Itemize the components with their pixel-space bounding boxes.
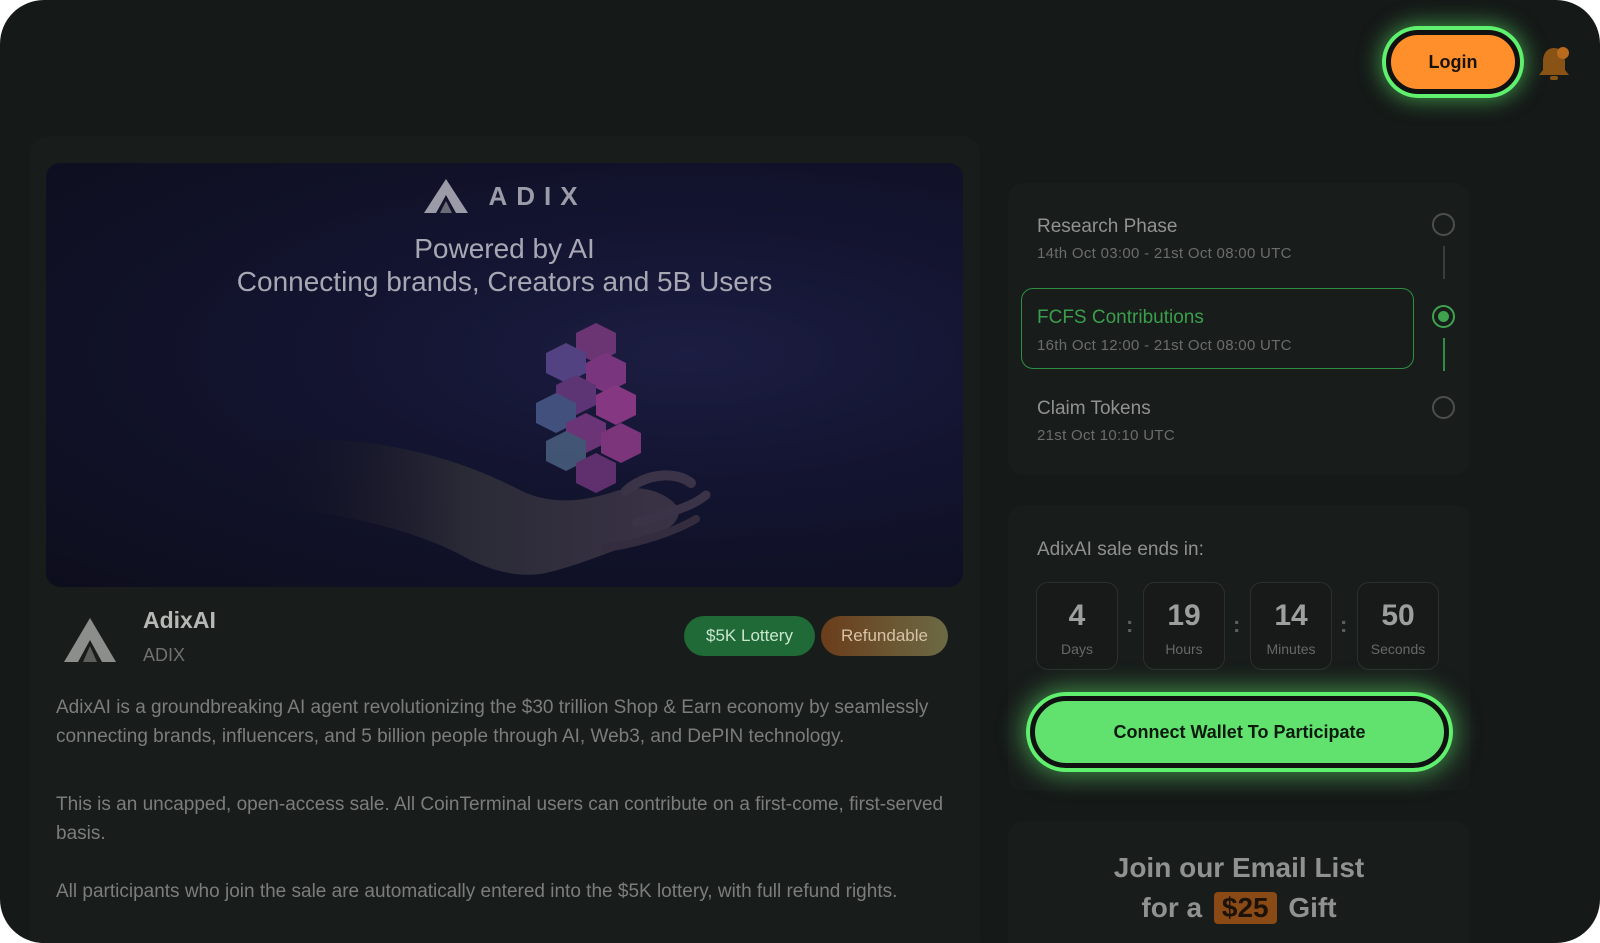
countdown-minutes-unit: Minutes (1266, 641, 1316, 657)
countdown-seconds-unit: Seconds (1370, 641, 1426, 657)
email-heading: Join our Email List (1113, 852, 1365, 883)
phase-title-claim: Claim Tokens (1037, 398, 1151, 419)
banner-logo: ADIX (46, 177, 963, 215)
project-banner: ADIX Powered by AI Connecting brands, Cr… (46, 163, 963, 587)
gift-amount: $25 (1213, 892, 1277, 924)
phase-date-fcfs: 16th Oct 12:00 - 21st Oct 08:00 UTC (1037, 337, 1292, 354)
phase-title-research: Research Phase (1037, 216, 1178, 237)
phase-radio-claim[interactable] (1432, 396, 1455, 419)
connect-wallet-button[interactable]: Connect Wallet To Participate (1030, 696, 1449, 768)
project-logo-icon (64, 618, 116, 662)
email-subheading: for a $25 Gift (1008, 892, 1470, 924)
project-ticker: ADIX (143, 645, 186, 665)
app-frame: Login ADIX Powered by AI Connecting bran… (0, 0, 1600, 943)
email-suffix: Gift (1288, 892, 1337, 923)
phase-radio-fcfs[interactable] (1432, 305, 1455, 328)
login-button[interactable]: Login (1386, 30, 1520, 94)
countdown-hours-unit: Hours (1165, 641, 1203, 657)
countdown-minutes-value: 14 (1274, 599, 1308, 632)
phase-connector (1443, 338, 1445, 371)
robot-hand-illustration (246, 323, 711, 575)
phase-date-claim: 21st Oct 10:10 UTC (1037, 427, 1175, 444)
phase-date-research: 14th Oct 03:00 - 21st Oct 08:00 UTC (1037, 245, 1292, 262)
banner-tagline: Powered by AI (414, 233, 595, 264)
countdown-separator: : (1126, 612, 1134, 637)
sale-description: This is an uncapped, open-access sale. A… (56, 794, 944, 844)
countdown-days: 4 Days (1036, 582, 1118, 670)
countdown-hours-value: 19 (1167, 599, 1201, 632)
bell-icon[interactable] (1536, 44, 1572, 84)
countdown-hours: 19 Hours (1143, 582, 1225, 670)
countdown-days-value: 4 (1068, 599, 1086, 632)
countdown-label: AdixAI sale ends in: (1037, 539, 1204, 560)
countdown-seconds: 50 Seconds (1357, 582, 1439, 670)
countdown-minutes: 14 Minutes (1250, 582, 1332, 670)
project-name: AdixAI (143, 607, 216, 633)
countdown-separator: : (1340, 612, 1348, 637)
countdown-days-unit: Days (1061, 641, 1093, 657)
lottery-badge: $5K Lottery (684, 616, 815, 656)
project-description: AdixAI is a groundbreaking AI agent revo… (56, 697, 929, 747)
banner-brand: ADIX (488, 180, 587, 211)
phase-connector (1443, 246, 1445, 279)
phase-title-fcfs: FCFS Contributions (1037, 307, 1204, 328)
phase-radio-research[interactable] (1432, 213, 1455, 236)
adix-logo-icon (424, 179, 469, 213)
email-prefix: for a (1141, 892, 1203, 923)
refundable-badge: Refundable (821, 616, 948, 656)
countdown-seconds-value: 50 (1381, 599, 1415, 632)
lottery-description: All participants who join the sale are a… (56, 881, 898, 902)
countdown-separator: : (1233, 612, 1241, 637)
banner-subtagline: Connecting brands, Creators and 5B Users (236, 266, 773, 297)
